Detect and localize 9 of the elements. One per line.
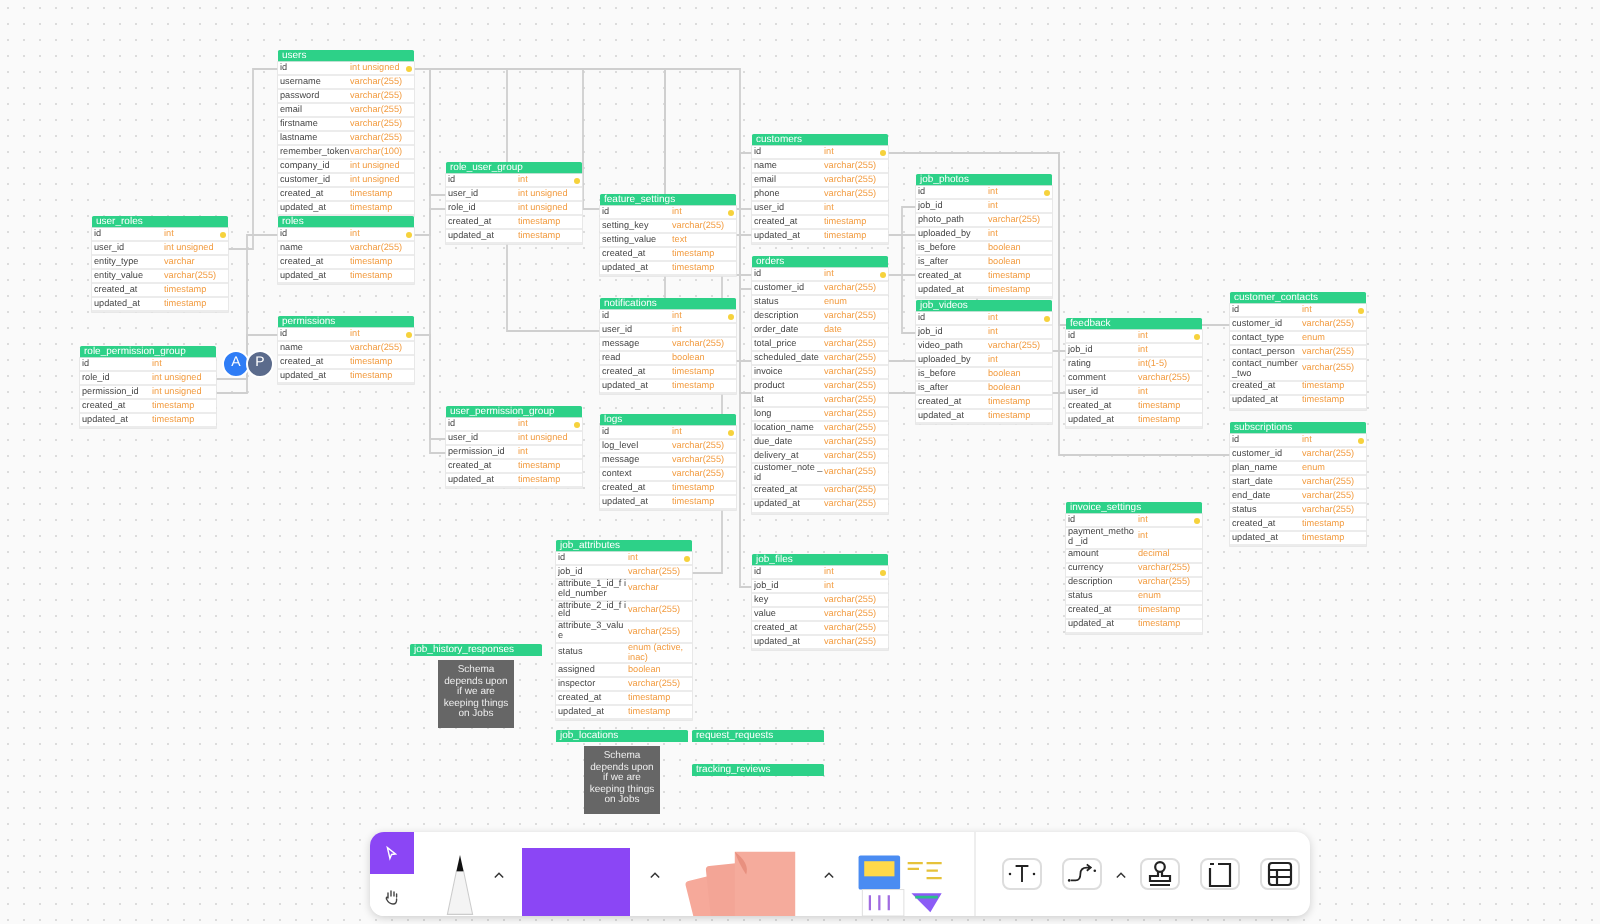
select-tool[interactable] [370, 832, 414, 874]
frame-tool-icon[interactable] [1200, 858, 1240, 890]
text-tool-icon[interactable] [1002, 858, 1043, 890]
connector-tool-icon[interactable] [1062, 858, 1103, 890]
hand-tool[interactable] [370, 874, 414, 916]
stamp-tool-icon[interactable] [1140, 858, 1180, 890]
hand-icon[interactable] [381, 885, 402, 905]
table-tool-icon[interactable] [1260, 858, 1300, 890]
cursor-icon[interactable] [382, 844, 401, 862]
